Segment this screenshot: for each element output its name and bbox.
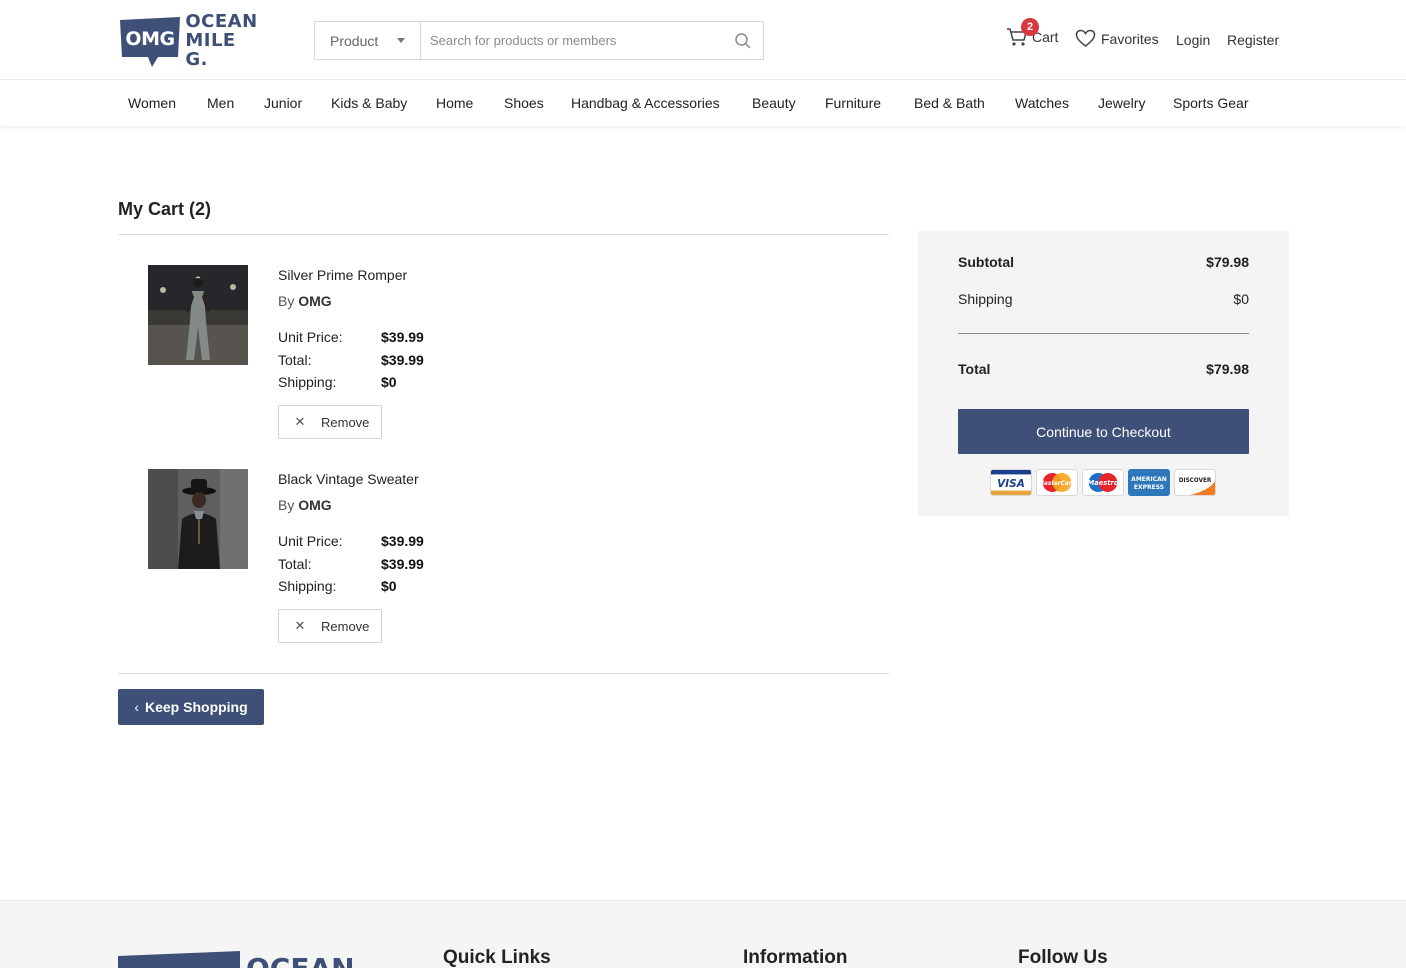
visa-icon: VISA (990, 469, 1032, 496)
logo-badge: OMG (118, 17, 180, 67)
checkout-button[interactable]: Continue to Checkout (958, 409, 1249, 454)
divider (118, 234, 889, 235)
close-icon: ✕ (294, 618, 306, 633)
svg-text:AMERICAN: AMERICAN (1131, 476, 1167, 483)
payment-methods: VISA MasterCard Maestro AMERICAN EXPRESS (990, 469, 1216, 496)
subtotal-value: $79.98 (1206, 254, 1249, 270)
nav-item-junior[interactable]: Junior (264, 95, 302, 111)
order-summary: Subtotal $79.98 Shipping $0 Total $79.98… (918, 231, 1289, 516)
mastercard-icon: MasterCard (1036, 469, 1078, 496)
nav-item-sports-gear[interactable]: Sports Gear (1173, 95, 1248, 111)
keep-shopping-label: Keep Shopping (145, 699, 248, 715)
nav-item-watches[interactable]: Watches (1015, 95, 1069, 111)
search-icon (735, 32, 751, 49)
search-category-select[interactable]: Product (315, 22, 421, 59)
product-brand: By OMG (278, 293, 332, 309)
remove-button[interactable]: ✕ Remove (278, 609, 382, 643)
footer-follow-us-heading: Follow Us (1018, 947, 1108, 968)
close-icon: ✕ (294, 414, 306, 429)
unit-price-value: $39.99 (381, 329, 424, 345)
total-value: $79.98 (1206, 361, 1249, 377)
svg-text:VISA: VISA (997, 478, 1025, 490)
summary-divider (958, 333, 1249, 334)
brand-link[interactable]: OMG (298, 497, 331, 513)
total-label: Total: (278, 352, 312, 368)
svg-text:Maestro: Maestro (1088, 479, 1119, 487)
search-button[interactable] (723, 22, 763, 59)
keep-shopping-button[interactable]: ‹ Keep Shopping (118, 689, 264, 725)
login-link[interactable]: Login (1176, 32, 1210, 48)
site-header: OMG OCEAN MILE G. Product 2 Cart (0, 0, 1406, 80)
chevron-left-icon: ‹ (134, 699, 139, 715)
brand-logo[interactable]: OMG OCEAN MILE G. (118, 10, 263, 70)
shipping-label: Shipping: (278, 374, 337, 390)
total-value: $39.99 (381, 556, 424, 572)
svg-text:EXPRESS: EXPRESS (1134, 484, 1164, 491)
nav-item-jewelry[interactable]: Jewelry (1098, 95, 1145, 111)
svg-text:OCEAN: OCEAN (246, 952, 355, 968)
unit-price-value: $39.99 (381, 533, 424, 549)
shipping-label: Shipping (958, 291, 1013, 307)
divider (118, 673, 889, 674)
nav-item-shoes[interactable]: Shoes (504, 95, 544, 111)
product-image-sweater[interactable] (148, 469, 248, 569)
footer-logo[interactable]: OCEAN (118, 946, 383, 968)
nav-item-men[interactable]: Men (207, 95, 234, 111)
remove-label: Remove (321, 414, 370, 430)
product-image-romper[interactable] (148, 265, 248, 365)
product-name[interactable]: Silver Prime Romper (278, 267, 407, 283)
category-nav: Women Men Junior Kids & Baby Home Shoes … (0, 81, 1406, 126)
discover-icon: DISCOVER (1174, 469, 1216, 496)
total-label: Total (958, 361, 991, 377)
product-brand: By OMG (278, 497, 332, 513)
shipping-label: Shipping: (278, 578, 337, 594)
nav-item-kids-baby[interactable]: Kids & Baby (331, 95, 407, 111)
search-input[interactable] (421, 22, 723, 59)
search-bar: Product (314, 21, 764, 60)
unit-price-label: Unit Price: (278, 533, 343, 549)
site-footer: OCEAN Quick Links Information Follow Us (0, 900, 1406, 968)
amex-icon: AMERICAN EXPRESS (1128, 469, 1170, 496)
nav-item-women[interactable]: Women (128, 95, 176, 111)
cart-count-badge: 2 (1021, 18, 1039, 36)
shipping-value: $0 (381, 578, 397, 594)
nav-item-furniture[interactable]: Furniture (825, 95, 881, 111)
shipping-value: $0 (381, 374, 397, 390)
footer-quick-links-heading: Quick Links (443, 947, 551, 968)
logo-wordmark: OCEAN MILE G. (185, 10, 258, 70)
cart-title: My Cart (2) (118, 199, 212, 219)
heart-icon (1075, 29, 1096, 47)
caret-down-icon (397, 38, 405, 43)
total-label: Total: (278, 556, 312, 572)
subtotal-label: Subtotal (958, 254, 1014, 270)
nav-item-handbag-accessories[interactable]: Handbag & Accessories (571, 95, 720, 111)
brand-link[interactable]: OMG (298, 293, 331, 309)
remove-button[interactable]: ✕ Remove (278, 405, 382, 439)
remove-label: Remove (321, 618, 370, 634)
nav-item-home[interactable]: Home (436, 95, 473, 111)
svg-text:MasterCard: MasterCard (1038, 481, 1076, 487)
favorites-label: Favorites (1101, 30, 1159, 47)
footer-information-heading: Information (743, 947, 848, 968)
shipping-value: $0 (1233, 291, 1249, 307)
maestro-icon: Maestro (1082, 469, 1124, 496)
cart-link[interactable]: 2 Cart (1006, 18, 1058, 47)
favorites-link[interactable]: Favorites (1075, 29, 1159, 48)
svg-text:DISCOVER: DISCOVER (1179, 478, 1212, 484)
register-link[interactable]: Register (1227, 32, 1279, 48)
product-name[interactable]: Black Vintage Sweater (278, 471, 419, 487)
unit-price-label: Unit Price: (278, 329, 343, 345)
nav-item-beauty[interactable]: Beauty (752, 95, 796, 111)
nav-item-bed-bath[interactable]: Bed & Bath (914, 95, 985, 111)
total-value: $39.99 (381, 352, 424, 368)
